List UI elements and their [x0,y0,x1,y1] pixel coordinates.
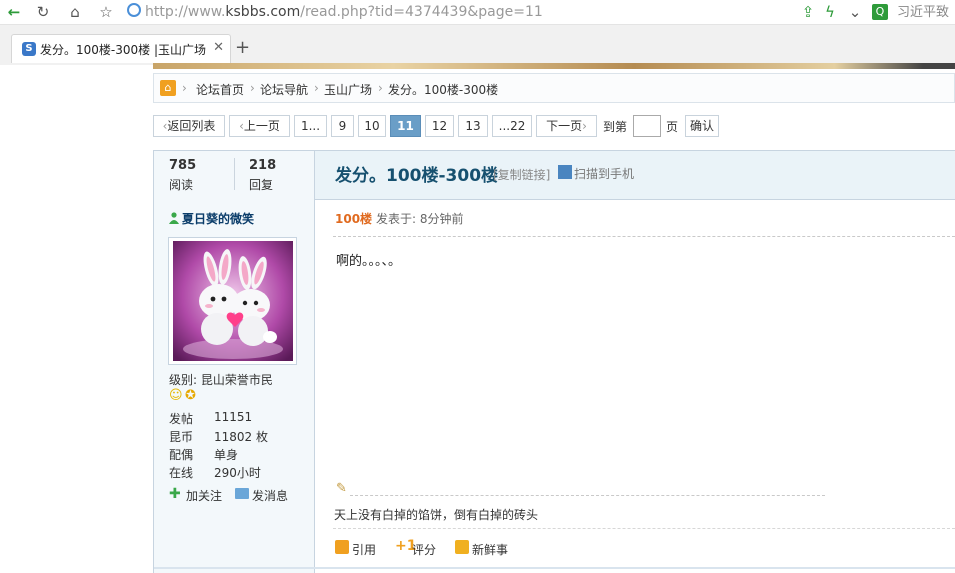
post-bottom-border [154,567,955,569]
author-name[interactable]: 夏日葵的微笑 [182,210,254,227]
new-tab-button[interactable]: + [235,37,250,58]
reload-icon[interactable]: ↻ [33,2,53,22]
stat-label-coins: 昆币 [169,430,194,444]
url-domain: ksbbs.com [225,4,301,20]
views-label: 阅读 [169,178,194,192]
star-icon[interactable]: ☆ [96,2,116,22]
follow-button[interactable]: 加关注 [186,487,222,504]
page-button[interactable]: 9 [331,115,354,137]
favicon-icon: S [22,42,36,56]
stat-value-spouse: 单身 [214,448,239,462]
post-divider [333,236,955,237]
breadcrumb-separator: › [314,81,319,95]
replies-count: 218 [249,158,277,173]
message-button[interactable]: 发消息 [252,487,288,504]
page-first-button[interactable]: 1... [294,115,327,137]
search-engine-icon[interactable]: Q [872,4,888,20]
stats-divider [234,158,235,190]
tab-bar: S 发分。100楼-300楼 |玉山广场 ✕ + [0,25,955,65]
stat-value-online: 290小时 [214,466,261,480]
qr-code-icon[interactable] [558,165,572,179]
stat-value-coins: 11802 枚 [214,430,268,444]
back-to-list-button[interactable]: ‹返回列表 [153,115,225,137]
goto-label: 到第 [603,120,628,134]
page-last-button[interactable]: ...22 [492,115,532,137]
rate-button[interactable]: 评分 [412,541,436,558]
home-icon[interactable]: ⌂ [160,80,176,96]
url-prefix: http://www. [145,4,226,20]
level-star-icon: ✪ [185,388,196,403]
browser-toolbar: ← ↻ ⌂ ☆ http://www.ksbbs.com/read.php?ti… [0,0,955,25]
post-body: 啊的。。。、。 [336,254,402,269]
prev-page-button[interactable]: ‹上一页 [229,115,290,137]
url-path: /read.php?tid=4374439&page=11 [300,4,543,20]
breadcrumb-separator: › [250,81,255,95]
replies-label: 回复 [249,178,274,192]
quote-button[interactable]: 引用 [352,541,376,558]
thread-title-bar: 发分。100楼-300楼 [复制链接] 扫描到手机 [314,150,955,200]
close-icon[interactable]: ✕ [213,40,224,55]
breadcrumb-board[interactable]: 玉山广场 [324,81,372,98]
stat-label-posts: 发帖 [169,412,194,426]
action-divider [333,528,955,529]
breadcrumb-thread: 发分。100楼-300楼 [388,83,499,97]
views-count: 785 [169,158,197,173]
user-icon [169,212,179,224]
lightning-icon[interactable]: ϟ [820,2,840,22]
copy-link-button[interactable]: [复制链接] [493,166,550,183]
thread-title: 发分。100楼-300楼 [335,166,499,186]
quote-icon[interactable] [335,540,349,554]
breadcrumb-separator: › [182,81,187,95]
sidebar-divider [314,199,315,573]
level-smiley-icon: ☺ [169,388,183,403]
stat-label-spouse: 配偶 [169,448,194,462]
back-arrow-icon[interactable]: ← [4,2,24,22]
stat-label-online: 在线 [169,466,194,480]
browser-tab[interactable]: S 发分。100楼-300楼 |玉山广场 ✕ [11,34,231,63]
breadcrumb-separator: › [378,81,383,95]
news-icon[interactable] [455,540,469,554]
breadcrumb-forum-home[interactable]: 论坛首页 [196,81,244,98]
plus-icon[interactable]: ✚ [169,486,181,502]
search-input[interactable]: 习近平致 [897,1,949,20]
pencil-icon: ✎ [336,481,347,496]
tab-title: 发分。100楼-300楼 |玉山广场 [40,43,206,57]
page-button[interactable]: 13 [458,115,488,137]
stat-value-posts: 11151 [214,410,253,424]
confirm-button[interactable]: 确认 [685,115,719,137]
home-icon[interactable]: ⌂ [65,2,85,22]
floor-number: 100楼 [335,212,373,226]
mail-icon[interactable] [235,488,249,499]
chevron-down-icon[interactable]: ⌄ [845,2,865,22]
page-unit-label: 页 [666,120,679,134]
page-button[interactable]: 10 [358,115,386,137]
page-number-input[interactable] [633,115,661,137]
signature-divider [350,495,825,496]
forum-banner [153,63,955,69]
share-icon[interactable]: ⇪ [798,2,818,22]
breadcrumb: ⌂ › 论坛首页 › 论坛导航 › 玉山广场 › 发分。100楼-300楼 [153,73,955,103]
address-bar[interactable]: http://www.ksbbs.com/read.php?tid=437443… [126,2,796,22]
breadcrumb-forum-nav[interactable]: 论坛导航 [260,81,308,98]
scan-to-phone-link[interactable]: 扫描到手机 [574,165,634,182]
author-level: 级别: 昆山荣誉市民 [169,373,273,387]
signature: 天上没有白掉的馅饼，倒有白掉的砖头 [334,508,539,522]
avatar[interactable] [173,241,293,361]
current-page: 11 [390,115,421,137]
next-page-button[interactable]: 下一页› [536,115,597,137]
posted-time: 发表于: 8分钟前 [376,212,464,226]
page-button[interactable]: 12 [425,115,454,137]
news-button[interactable]: 新鲜事 [472,541,508,558]
